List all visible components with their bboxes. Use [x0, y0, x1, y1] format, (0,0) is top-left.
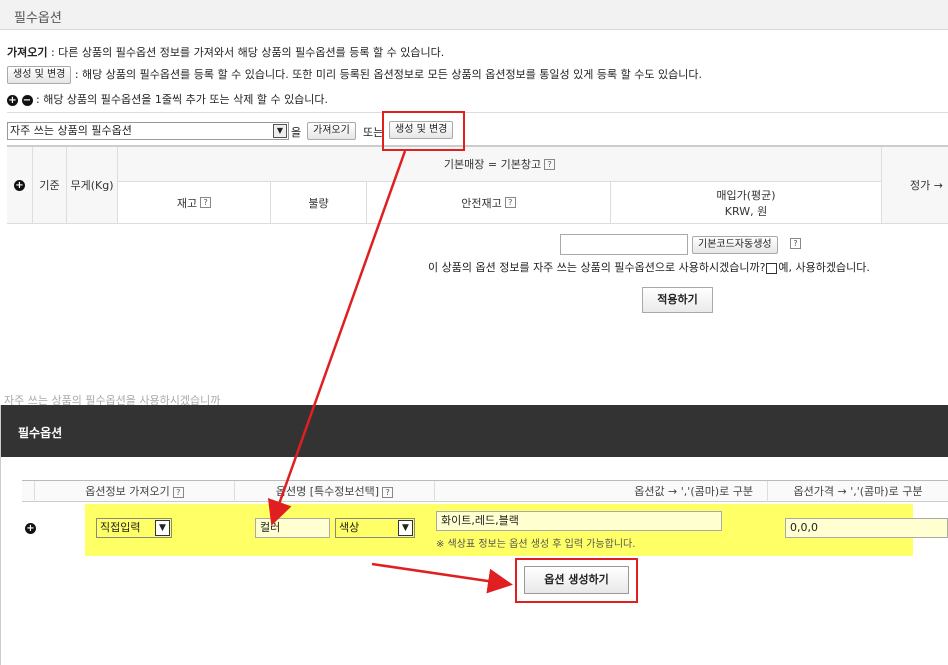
- frequent-options-select-value: 자주 쓰는 상품의 필수옵션: [10, 124, 132, 137]
- annotation-box-create: [382, 111, 465, 151]
- modal-col-name-label: 옵션명 [특수정보선택]: [275, 485, 380, 498]
- col-purchase-price: 매입가(평균) KRW, 원: [611, 182, 882, 224]
- frequent-options-select[interactable]: 자주 쓰는 상품의 필수옵션 ▼: [7, 122, 289, 140]
- modal-col-price: 옵션가격 → ','(콤마)로 구분: [793, 485, 923, 498]
- modal-header: 필수옵션: [1, 405, 948, 457]
- help-icon[interactable]: ?: [790, 238, 801, 249]
- option-values-input[interactable]: 화이트,레드,블랙: [436, 511, 722, 531]
- divider: [7, 112, 948, 113]
- help-plusminus-desc: : 해당 상품의 필수옵션을 1줄씩 추가 또는 삭제 할 수 있습니다.: [32, 93, 329, 106]
- input-type-select[interactable]: 직접입력 ▼: [96, 518, 172, 538]
- col-weight: 무게(Kg): [67, 147, 118, 224]
- help-import-label: 가져오기: [7, 46, 48, 59]
- group-header: 기본매장 = 기본창고?: [118, 147, 882, 182]
- special-info-select[interactable]: 색상 ▼: [335, 518, 415, 538]
- page-title: 필수옵션: [14, 11, 62, 26]
- base-code-input[interactable]: [560, 234, 688, 255]
- use-frequent-checkbox[interactable]: [766, 262, 778, 274]
- particle-text: 을: [291, 126, 302, 139]
- chevron-down-icon: ▼: [273, 124, 287, 138]
- help-plusminus-line: + − : 해당 상품의 필수옵션을 1줄씩 추가 또는 삭제 할 수 있습니다…: [7, 91, 328, 107]
- modal-col-values: 옵션값 → ','(콤마)로 구분: [435, 481, 768, 502]
- help-create-line: 생성 및 변경 : 해당 상품의 필수옵션를 등록 할 수 있습니다. 또한 미…: [7, 66, 702, 84]
- col-defect: 불량: [271, 182, 367, 224]
- title-bar: 필수옵션: [0, 0, 948, 30]
- import-button[interactable]: 가져오기: [307, 122, 356, 140]
- col-safety-label: 안전재고: [461, 196, 502, 210]
- group-header-label: 기본매장 = 기본창고: [443, 158, 542, 171]
- annotation-box-generate: [515, 558, 638, 603]
- frequent-use-question: 이 상품의 옵션 정보를 자주 쓰는 상품의 필수옵션으로 사용하시겠습니까? 예…: [428, 259, 870, 275]
- help-icon[interactable]: ?: [200, 197, 212, 208]
- help-create-desc: : 해당 상품의 필수옵션를 등록 할 수 있습니다. 또한 미리 등록된 옵션…: [71, 68, 702, 81]
- or-text: 또는: [363, 126, 384, 139]
- minus-circle-icon: −: [21, 94, 33, 106]
- chevron-down-icon: ▼: [398, 520, 413, 536]
- plus-circle-icon[interactable]: +: [25, 523, 36, 534]
- chevron-down-icon: ▼: [155, 520, 170, 536]
- help-import-desc: : 다른 상품의 필수옵션 정보를 가져와서 해당 상품의 필수옵션를 등록 할…: [47, 46, 445, 59]
- checkbox-label: 예, 사용하겠습니다.: [778, 261, 870, 274]
- add-row-cell[interactable]: +: [7, 147, 33, 224]
- option-table: + 기준 무게(Kg) 기본매장 = 기본창고? 재고? 불량 안전재고? 매입…: [7, 145, 948, 224]
- apply-button[interactable]: 적용하기: [642, 287, 713, 313]
- color-note: ※ 색상표 정보는 옵션 생성 후 입력 가능합니다.: [436, 539, 636, 550]
- help-icon[interactable]: ?: [172, 486, 184, 498]
- auto-code-button[interactable]: 기본코드자동생성: [692, 236, 778, 254]
- col-purchase-label: 매입가(평균): [716, 188, 776, 202]
- help-icon[interactable]: ?: [504, 197, 516, 208]
- col-purchase-unit: KRW, 원: [724, 204, 768, 218]
- modal-table-header: 옵션정보 가져오기? 옵션명 [특수정보선택]? 옵션값 → ','(콤마)로 …: [22, 480, 948, 502]
- col-stock: 재고?: [118, 182, 271, 224]
- modal-header-spacer: [22, 481, 35, 502]
- col-standard: 기준: [33, 147, 67, 224]
- plus-circle-icon: +: [7, 94, 18, 106]
- plus-circle-icon[interactable]: +: [14, 179, 25, 191]
- frequent-use-question-text: 이 상품의 옵션 정보를 자주 쓰는 상품의 필수옵션으로 사용하시겠습니까?: [428, 261, 766, 274]
- modal-col-name: 옵션명 [특수정보선택]?: [235, 481, 435, 502]
- help-import-line: 가져오기 : 다른 상품의 필수옵션 정보를 가져와서 해당 상품의 필수옵션를…: [7, 44, 444, 60]
- help-icon[interactable]: ?: [544, 158, 556, 170]
- col-stock-label: 재고: [176, 196, 198, 210]
- option-name-input[interactable]: 컬러: [255, 518, 330, 538]
- col-safety-stock: 안전재고?: [367, 182, 611, 224]
- modal-title: 필수옵션: [18, 426, 63, 440]
- help-icon[interactable]: ?: [382, 486, 394, 498]
- col-list-price: 정가 →: [882, 147, 948, 224]
- option-price-input[interactable]: 0,0,0: [785, 518, 948, 538]
- help-create-button[interactable]: 생성 및 변경: [7, 66, 72, 84]
- special-info-value: 색상: [339, 521, 360, 534]
- modal-col-import: 옵션정보 가져오기?: [35, 481, 235, 502]
- input-type-value: 직접입력: [100, 521, 141, 534]
- modal-col-import-label: 옵션정보 가져오기: [85, 485, 170, 498]
